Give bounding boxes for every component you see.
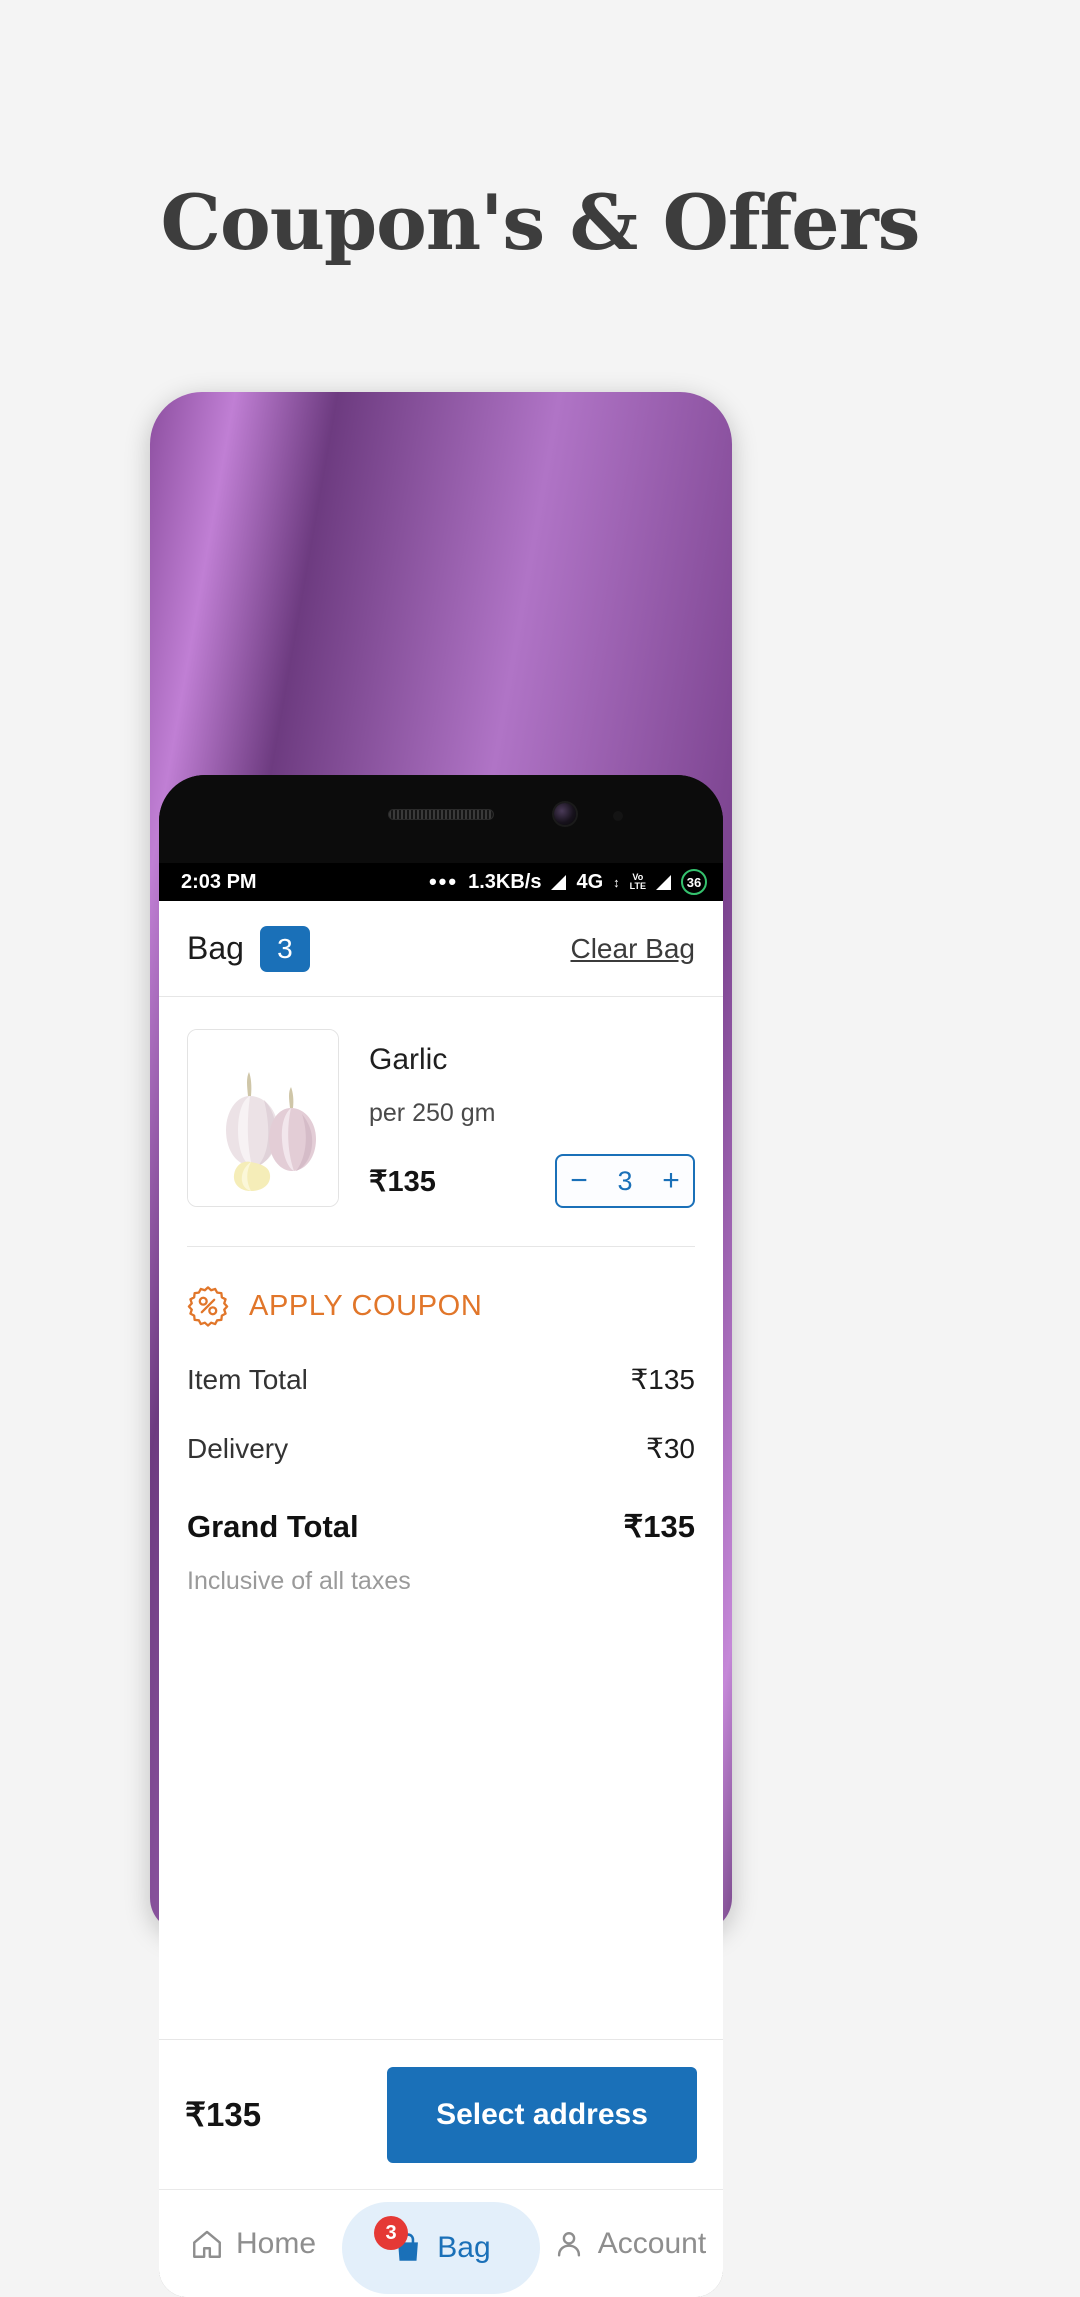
apply-coupon-label: APPLY COUPON — [249, 1289, 483, 1322]
nav-item-account-label: Account — [597, 2226, 707, 2260]
home-icon — [193, 2230, 221, 2258]
product-details: Garlic per 250 gm ₹135 − 3 + — [339, 1029, 695, 1208]
checkout-total: ₹135 — [185, 2096, 262, 2133]
total-line-item-total: Item Total ₹135 — [187, 1363, 695, 1396]
status-bar: 2:03 PM ••• 1.3KB/s 4G ↕ Vo LTE 36 — [159, 863, 723, 901]
product-name: Garlic — [369, 1043, 448, 1076]
quantity-increment-button[interactable]: + — [649, 1156, 693, 1206]
total-line-grand-total: Grand Total ₹135 — [187, 1509, 695, 1545]
cart-item-row: Garlic per 250 gm ₹135 − 3 + — [159, 997, 723, 1208]
nav-item-account[interactable]: Account — [535, 2190, 723, 2297]
total-value: ₹30 — [646, 1433, 695, 1464]
clear-bag-button[interactable]: Clear Bag — [570, 933, 695, 965]
bottom-navigation: Home 3 Bag Account — [159, 2189, 723, 2297]
status-bar-clock: 2:03 PM — [181, 870, 257, 893]
percent-badge-icon — [187, 1286, 229, 1327]
battery-icon: 36 — [681, 869, 707, 895]
notification-overflow-icon: ••• — [428, 869, 459, 894]
phone-device-mockup: 2:03 PM ••• 1.3KB/s 4G ↕ Vo LTE 36 Bag 3 — [150, 392, 732, 2297]
total-line-delivery: Delivery ₹30 — [187, 1432, 695, 1465]
checkout-bar: ₹135 Select address — [159, 2039, 723, 2189]
product-thumbnail[interactable] — [187, 1029, 339, 1207]
volte-bottom-label: LTE — [629, 881, 646, 891]
apply-coupon-row[interactable]: APPLY COUPON — [159, 1247, 723, 1327]
quantity-decrement-button[interactable]: − — [557, 1156, 601, 1206]
proximity-sensor-icon — [613, 811, 623, 821]
nav-item-bag-label: Bag — [437, 2231, 491, 2264]
product-price-row: ₹135 − 3 + — [369, 1154, 695, 1208]
signal-strength-icon-2 — [656, 874, 671, 890]
totals-section: Item Total ₹135 Delivery ₹30 Grand Total… — [159, 1327, 723, 1596]
volte-icon: Vo LTE — [630, 873, 646, 891]
quantity-stepper[interactable]: − 3 + — [555, 1154, 695, 1208]
person-icon — [557, 2231, 580, 2257]
volume-down-button[interactable] — [159, 479, 169, 557]
network-type-label: 4G — [576, 870, 604, 893]
front-camera-icon — [554, 803, 576, 825]
select-address-button[interactable]: Select address — [387, 2066, 697, 2163]
power-button[interactable] — [159, 657, 169, 775]
nav-bag-badge: 3 — [374, 2216, 408, 2250]
signal-strength-icon — [551, 874, 567, 890]
bixby-button[interactable] — [159, 557, 169, 657]
nav-bag-active-pill[interactable]: 3 Bag — [342, 2202, 540, 2294]
app-screen: Bag 3 Clear Bag Garlic per 250 gm ₹135 −… — [159, 901, 723, 2297]
volume-up-button[interactable] — [159, 401, 169, 479]
total-label: Delivery — [187, 1433, 289, 1464]
phone-screen: 2:03 PM ••• 1.3KB/s 4G ↕ Vo LTE 36 Bag 3 — [159, 775, 723, 2297]
tax-note: Inclusive of all taxes — [187, 1567, 411, 1595]
nav-item-home[interactable]: Home — [159, 2190, 347, 2297]
total-value: ₹135 — [630, 1364, 695, 1395]
grand-total-value: ₹135 — [623, 1509, 695, 1544]
nav-item-bag[interactable]: 3 Bag — [342, 2190, 540, 2297]
garlic-image — [188, 1030, 338, 1206]
quantity-value: 3 — [617, 1165, 633, 1196]
product-price: ₹135 — [369, 1165, 436, 1198]
product-weight: per 250 gm — [369, 1099, 496, 1127]
phone-top-bezel — [159, 775, 723, 863]
earpiece-speaker-icon — [388, 809, 494, 820]
bag-count-badge: 3 — [259, 925, 310, 972]
data-transfer-icon: ↕ — [613, 874, 620, 890]
data-speed-indicator: 1.3KB/s — [468, 870, 542, 893]
bag-header: Bag 3 Clear Bag — [159, 901, 723, 997]
status-bar-icons: ••• 1.3KB/s 4G ↕ Vo LTE 36 — [429, 869, 707, 895]
total-label: Item Total — [187, 1364, 308, 1395]
grand-total-label: Grand Total — [187, 1509, 359, 1544]
bag-title: Bag — [187, 930, 244, 966]
page-title: Coupon's & Offers — [160, 178, 921, 267]
nav-item-home-label: Home — [235, 2226, 317, 2260]
